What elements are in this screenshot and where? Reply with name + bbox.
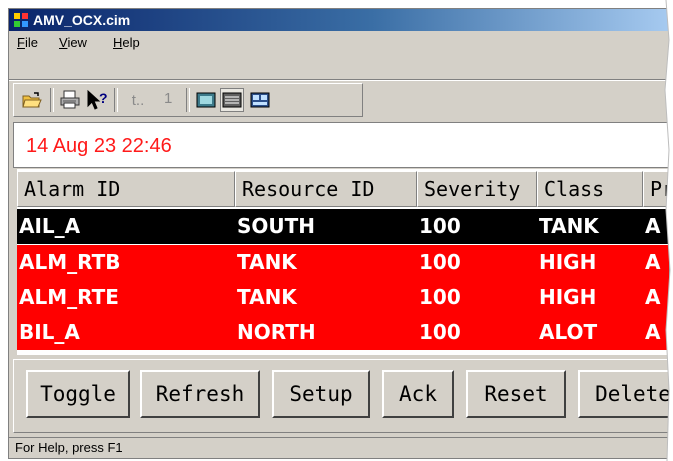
reset-button[interactable]: Reset [466,370,566,418]
ack-button[interactable]: Ack [382,370,454,418]
cell-resource-id: SOUTH [237,214,316,238]
nav-label: t.. [131,91,145,109]
cell-alarm-id: ALM_RTB [19,250,121,274]
navigate-up-icon[interactable]: t.. [122,88,154,112]
cell-class: HIGH [539,285,597,309]
svg-text:?: ? [99,90,108,106]
application-window: AMV_OCX.cim File View Help ? t.. 1 14 Au… [8,8,670,459]
status-bar: For Help, press F1 [9,437,669,458]
refresh-button[interactable]: Refresh [140,370,260,418]
cell-class: HIGH [539,250,597,274]
cell-class: ALOT [539,320,598,344]
cell-alarm-id: BIL_A [19,320,80,344]
column-header-resource-id[interactable]: Resource ID [235,171,417,207]
datetime-panel: 14 Aug 23 22:46 [13,122,669,168]
toolbar-separator [114,88,118,112]
column-header-class[interactable]: Class [537,171,643,207]
menu-bar: File View Help [9,33,669,53]
torn-edge-decoration [664,0,673,461]
cell-resource-id: NORTH [237,320,316,344]
view-mode-3-icon[interactable] [248,88,272,112]
cell-resource-id: TANK [237,285,297,309]
toggle-button[interactable]: Toggle [26,370,130,418]
toolbar-separator [50,88,54,112]
window-title: AMV_OCX.cim [33,12,131,28]
table-row[interactable]: BIL_A NORTH 100 ALOT A [17,315,669,350]
menu-help[interactable]: Help [111,35,142,50]
setup-button[interactable]: Setup [272,370,370,418]
cell-severity: 100 [419,285,461,309]
toolbar: ? t.. 1 [13,83,363,117]
print-icon[interactable] [58,88,82,112]
table-row[interactable]: ALM_RTB TANK 100 HIGH A [17,245,669,280]
cell-alarm-id: ALM_RTE [19,285,119,309]
app-icon [14,13,28,27]
open-folder-icon[interactable] [20,88,44,112]
alarm-grid[interactable]: Alarm ID Resource ID Severity Class Pr A… [17,169,669,355]
view-mode-1-icon[interactable] [194,88,218,112]
page-number: 1 [164,90,173,107]
cell-alarm-id: AIL_A [19,214,81,238]
cell-severity: 100 [419,214,461,238]
cell-severity: 100 [419,320,461,344]
button-bar: Toggle Refresh Setup Ack Reset Delete [13,359,669,433]
cell-resource-id: TANK [237,250,297,274]
menu-view[interactable]: View [57,35,89,50]
title-bar[interactable]: AMV_OCX.cim [9,9,669,31]
cell-severity: 100 [419,250,461,274]
menu-separator-highlight [9,80,669,81]
context-help-icon[interactable]: ? [86,88,110,112]
column-header-severity[interactable]: Severity [417,171,537,207]
table-row[interactable]: AIL_A SOUTH 100 TANK A [17,209,669,244]
current-datetime: 14 Aug 23 22:46 [26,135,172,157]
table-row[interactable]: ALM_RTE TANK 100 HIGH A [17,280,669,315]
column-header-alarm-id[interactable]: Alarm ID [17,171,235,207]
view-mode-2-icon[interactable] [220,88,244,112]
toolbar-separator [186,88,190,112]
menu-file[interactable]: File [15,35,40,50]
cell-class: TANK [539,214,599,238]
